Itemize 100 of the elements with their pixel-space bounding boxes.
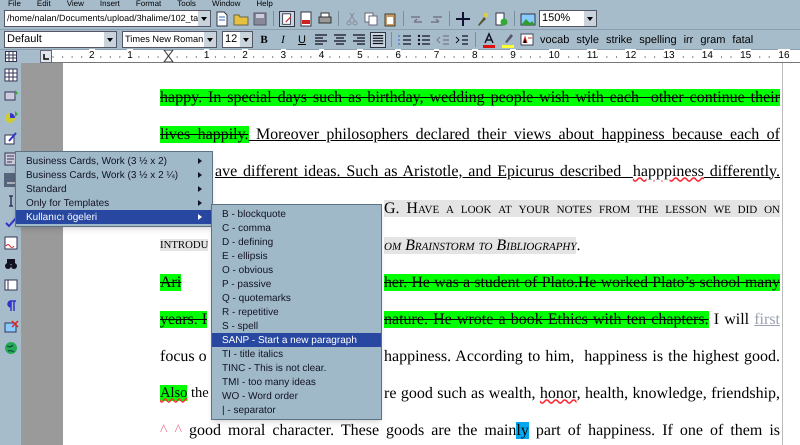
- crosshair-icon[interactable]: [455, 10, 471, 26]
- document-text: her. He was a student of Plato.He worked Plato’s school many: [384, 274, 780, 291]
- document-text: happpiness: [632, 162, 704, 180]
- document-text: lives happily.: [160, 126, 249, 142]
- menu-item[interactable]: TMI - too many ideas: [212, 375, 381, 389]
- paragraph-style-field[interactable]: Default: [4, 31, 117, 48]
- menu-item[interactable]: Edit: [36, 0, 51, 8]
- document-text: .: [576, 236, 580, 254]
- document-text: part of happiness. If one of them is: [534, 422, 780, 438]
- menu-item[interactable]: Kullanıcı ögeleri: [16, 210, 212, 224]
- tab-stop-icon: [43, 54, 49, 60]
- menu-item[interactable]: WO - Word order: [212, 389, 381, 403]
- macro-button[interactable]: irr: [682, 32, 696, 48]
- panel-icon[interactable]: [2, 277, 18, 293]
- macro-button[interactable]: gram: [698, 32, 728, 48]
- menu-item[interactable]: TINC - This is not clear.: [212, 361, 381, 375]
- submenu-arrow-icon: [198, 186, 202, 192]
- underline-button[interactable]: U: [294, 32, 310, 48]
- font-color-icon[interactable]: [481, 32, 497, 48]
- document-text: re good such as wealth,: [384, 384, 536, 402]
- pie-chart-icon[interactable]: [2, 109, 18, 125]
- justify-icon[interactable]: [370, 32, 386, 48]
- menu-item[interactable]: SANP - Start a new paragraph: [212, 333, 381, 347]
- document-text: ly: [516, 422, 529, 438]
- bold-button[interactable]: B: [256, 32, 272, 48]
- document-text: G. Have a look at your notes from the lesson we did on: [384, 200, 780, 216]
- menu-item[interactable]: | - separator: [212, 403, 381, 417]
- document-text: differently.: [708, 162, 780, 180]
- menu-item[interactable]: File: [8, 0, 21, 8]
- tab-stop-button[interactable]: [40, 50, 52, 63]
- menu-item[interactable]: Only for Templates: [16, 196, 212, 210]
- table-icon[interactable]: [5, 51, 17, 62]
- macro-button[interactable]: fatal: [730, 32, 756, 48]
- document-text: Moreover philosophers declared their views about happiness because each of: [254, 126, 780, 142]
- character-icon[interactable]: [519, 32, 535, 48]
- document-text: the: [190, 384, 209, 401]
- menu-item[interactable]: O - obvious: [212, 263, 381, 277]
- macro-button[interactable]: spelling: [637, 32, 679, 48]
- align-left-icon[interactable]: [313, 32, 329, 48]
- menu-item[interactable]: View: [66, 0, 84, 8]
- font-name-field[interactable]: Times New Roman: [122, 31, 217, 48]
- macro-button[interactable]: strike: [604, 32, 634, 48]
- align-right-icon[interactable]: [351, 32, 367, 48]
- binoculars-icon[interactable]: [2, 256, 18, 272]
- menu-item[interactable]: Standard: [16, 182, 212, 196]
- zoom-field[interactable]: 150%: [539, 10, 597, 27]
- menu-item[interactable]: TI - title italics: [212, 347, 381, 361]
- document-text: Ari: [160, 274, 182, 290]
- menu-item[interactable]: R - repetitive: [212, 305, 381, 319]
- auto-spellcheck-icon[interactable]: [2, 235, 18, 251]
- add-page-icon[interactable]: [493, 10, 509, 26]
- menu-item[interactable]: Business Cards, Work (3 ½ x 2): [16, 154, 212, 168]
- clipboard-icon[interactable]: [382, 10, 398, 26]
- menu-item[interactable]: D - defining: [212, 235, 381, 249]
- menu-item[interactable]: Help: [256, 0, 273, 8]
- submenu-arrow-icon: [198, 158, 202, 164]
- menu-item[interactable]: Window: [212, 0, 240, 8]
- menu-item[interactable]: B - blockquote: [212, 207, 381, 221]
- document-text: Also: [160, 384, 188, 401]
- printer-icon[interactable]: [317, 10, 333, 26]
- copy-icon[interactable]: [363, 10, 379, 26]
- picture-icon[interactable]: [520, 10, 536, 26]
- macro-button[interactable]: style: [574, 32, 601, 48]
- document-text: good moral character. These goods are the main: [189, 422, 516, 438]
- menu-item[interactable]: E - ellipsis: [212, 249, 381, 263]
- macro-button[interactable]: vocab: [538, 32, 572, 48]
- document-text: INTRODU: [160, 239, 208, 252]
- submenu-arrow-icon: [198, 214, 202, 220]
- document-text: , health, knowledge, friendship,: [576, 384, 780, 402]
- document-text: om Brainstorm to Bibliography: [384, 236, 576, 254]
- ruler[interactable]: 2 1 1 2 3 4 5 6 7 8 9 10 11 12 13 14 15 16: [52, 50, 800, 63]
- menu-item[interactable]: Format: [136, 0, 162, 8]
- document-text: honor: [540, 384, 577, 402]
- menu-item[interactable]: Business Cards, Work (3 ½ x 2 ¼): [16, 168, 212, 182]
- document-text: nature. He wrote a book Ethics with ten chapters.: [384, 310, 709, 328]
- menu-item[interactable]: S - spell: [212, 319, 381, 333]
- pdf-document-icon[interactable]: [298, 10, 314, 26]
- document-icon[interactable]: [214, 10, 230, 26]
- menu-item[interactable]: C - comma: [212, 221, 381, 235]
- indent-marker-icon[interactable]: [163, 50, 174, 62]
- document-text: happiness. According to him, happiness is the highest good.: [384, 348, 780, 364]
- document-text: ^ ^: [160, 422, 184, 438]
- menu-item[interactable]: Q - quotemarks: [212, 291, 381, 305]
- menu-item[interactable]: Insert: [100, 0, 120, 8]
- document-text: first: [754, 310, 780, 328]
- font-size-field[interactable]: 12: [222, 31, 253, 48]
- align-center-icon[interactable]: [332, 32, 348, 48]
- path-field[interactable]: /home/nalan/Documents/upload/3halime/102_ta: [4, 10, 211, 27]
- table-icon[interactable]: [2, 67, 18, 83]
- highlighter-icon[interactable]: [500, 32, 516, 48]
- menu-item[interactable]: P - passive: [212, 277, 381, 291]
- italic-button[interactable]: I: [275, 32, 291, 48]
- globe-icon[interactable]: [2, 340, 18, 356]
- pencil-document-icon[interactable]: [279, 10, 295, 26]
- document-text: happy. In special days such as birthday, wedding people wish with each other continue their: [160, 88, 780, 106]
- image-off-icon[interactable]: [2, 319, 18, 335]
- pencil-icon[interactable]: [2, 130, 18, 146]
- submenu-arrow-icon: [198, 172, 202, 178]
- document-text: I will: [712, 310, 750, 328]
- menu-item[interactable]: Tools: [177, 0, 196, 8]
